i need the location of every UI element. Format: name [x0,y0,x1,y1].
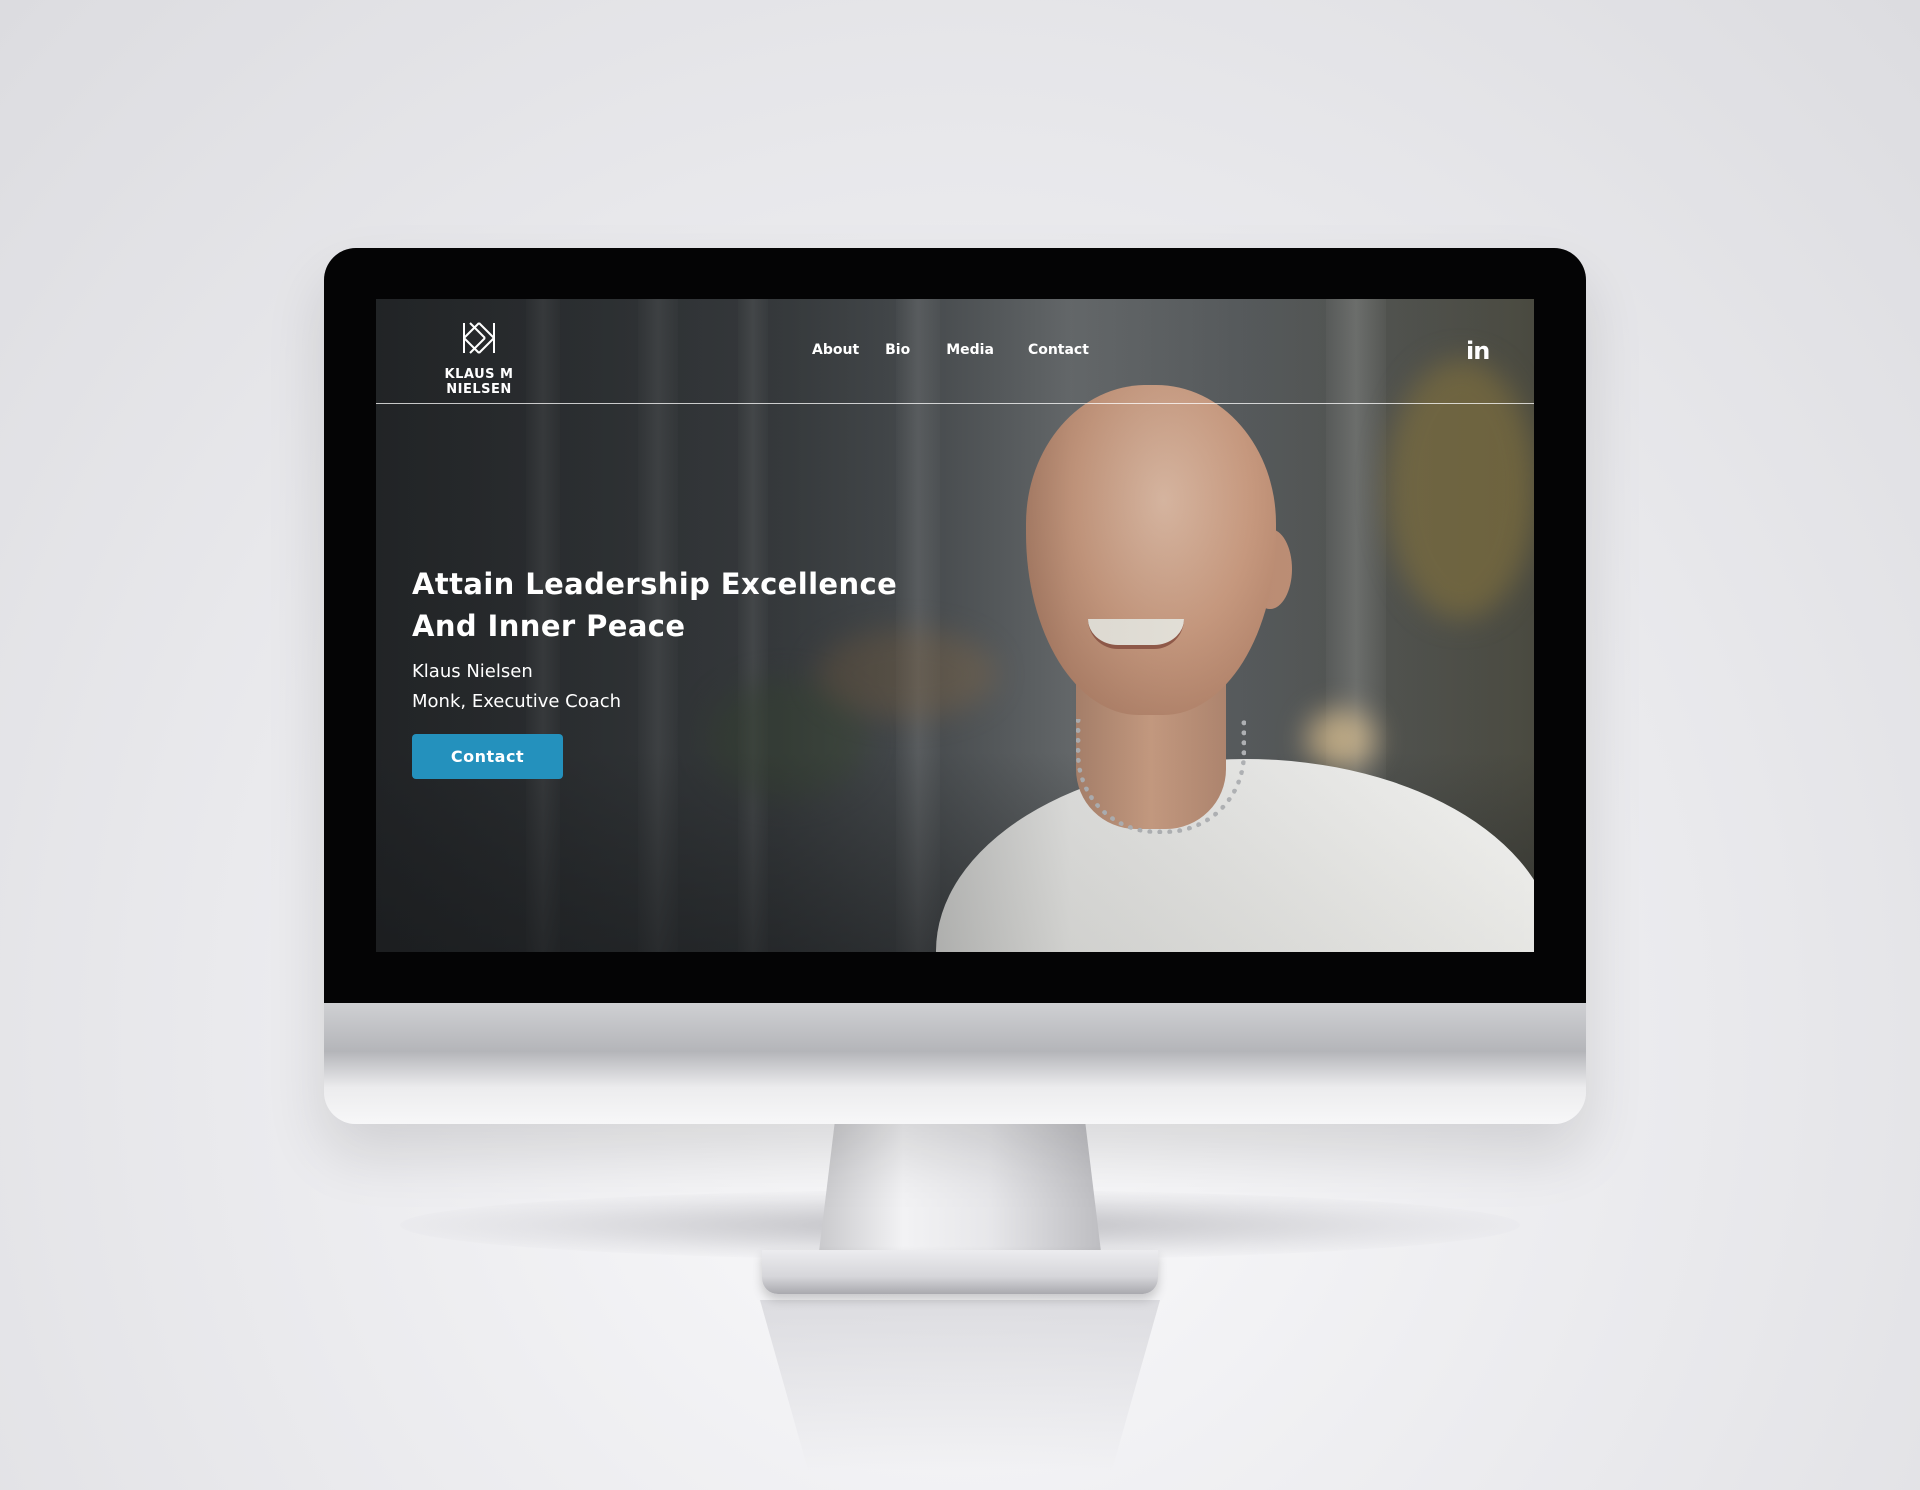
hero-title-line1: Attain Leadership Excellence [412,567,898,601]
nav-item-bio[interactable]: Bio [885,342,910,358]
hero-title: Attain Leadership Excellence And Inner P… [412,563,972,647]
website-screen: KLAUS M NIELSEN About Bio Media Contact … [376,299,1534,952]
contact-button[interactable]: Contact [412,734,563,779]
km-monogram-icon[interactable] [460,319,498,357]
nav-item-about[interactable]: About [812,342,859,358]
hero-role: Monk, Executive Coach [412,691,622,712]
monitor-stand-foot [762,1250,1158,1294]
nav-item-contact[interactable]: Contact [1028,342,1089,358]
monitor: KLAUS M NIELSEN About Bio Media Contact … [324,248,1586,1124]
main-nav: About Bio Media Contact [812,342,1115,358]
monitor-stand-neck [818,1120,1102,1260]
monitor-chin [324,1003,1586,1124]
hero-name: Klaus Nielsen [412,661,533,682]
nav-item-media[interactable]: Media [946,342,994,358]
linkedin-icon[interactable]: in [1466,337,1490,365]
site-logo-text[interactable]: KLAUS M NIELSEN [412,367,546,397]
site-header: KLAUS M NIELSEN About Bio Media Contact … [376,299,1534,404]
hero-subtitle: Klaus Nielsen Monk, Executive Coach [412,657,621,717]
hero-title-line2: And Inner Peace [412,609,686,643]
stand-reflection [760,1300,1160,1470]
